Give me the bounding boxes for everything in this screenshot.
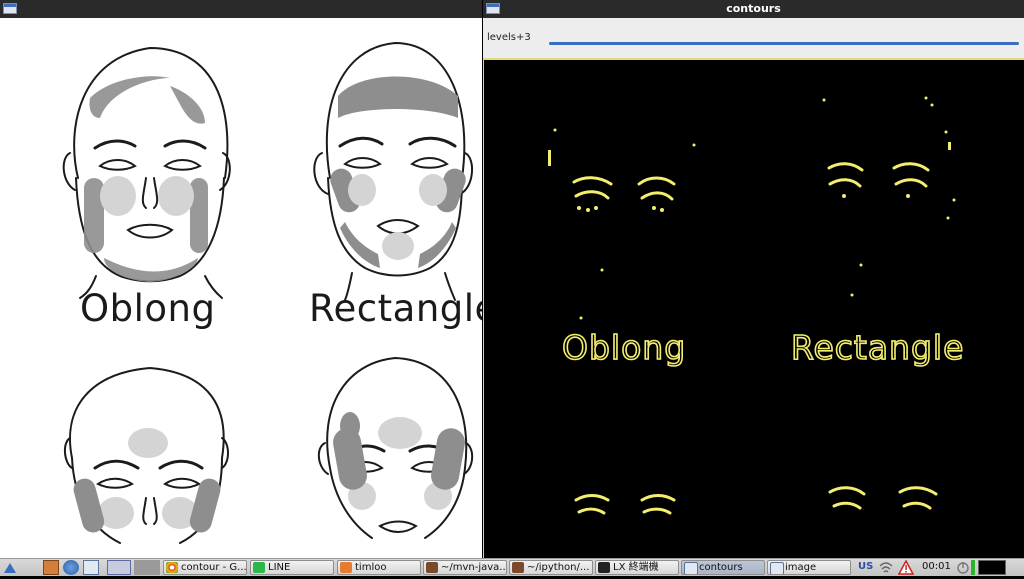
task-timloo[interactable]: timloo xyxy=(337,560,421,575)
terminal-icon xyxy=(512,562,524,573)
face-label-oblong: Oblong xyxy=(80,287,216,330)
task-chrome[interactable]: contour - G... xyxy=(163,560,247,575)
folder-icon xyxy=(340,562,352,573)
image-window: Oblong Rectangle xyxy=(0,0,482,558)
contours-window: contours levels+3 Oblong Rectangle xyxy=(483,0,1024,558)
system-monitor-graph xyxy=(978,560,1006,575)
task-image[interactable]: image xyxy=(767,560,851,575)
workspace-switcher-icon[interactable] xyxy=(107,560,131,575)
trackbar-handle[interactable] xyxy=(545,36,551,50)
keyboard-layout-indicator[interactable]: US xyxy=(858,561,873,572)
terminal-icon xyxy=(598,562,610,573)
line-icon xyxy=(253,562,265,573)
window-title: contours xyxy=(726,2,781,15)
task-contours[interactable]: contours xyxy=(681,560,765,575)
window-icon xyxy=(770,562,784,574)
contours-window-titlebar[interactable]: contours xyxy=(483,0,1024,18)
window-icon xyxy=(684,562,698,574)
browser-icon[interactable] xyxy=(63,560,79,575)
wifi-icon[interactable] xyxy=(878,560,894,575)
task-line[interactable]: LINE xyxy=(250,560,334,575)
contour-label-oblong: Oblong xyxy=(561,327,687,368)
workspace-2-icon[interactable] xyxy=(134,560,160,575)
image-window-titlebar[interactable] xyxy=(0,0,482,18)
contour-label-rectangle: Rectangle xyxy=(790,327,965,368)
trackbar-label: levels+3 xyxy=(487,32,531,43)
desktop-icon[interactable] xyxy=(83,560,99,575)
levels-trackbar[interactable] xyxy=(549,42,1019,45)
contour-image: Oblong Rectangle xyxy=(483,58,1024,558)
cpu-monitor-icon xyxy=(971,560,975,575)
terminal-icon xyxy=(426,562,438,573)
task-terminal-mvn[interactable]: ~/mvn-java... xyxy=(423,560,507,575)
task-lx-terminal[interactable]: LX 終端機 xyxy=(595,560,679,575)
task-terminal-ipython[interactable]: ~/ipython/... xyxy=(509,560,593,575)
power-icon[interactable] xyxy=(955,560,971,575)
file-manager-icon[interactable] xyxy=(43,560,59,575)
warning-icon[interactable] xyxy=(897,559,915,575)
window-menu-icon[interactable] xyxy=(3,3,17,14)
start-menu-icon[interactable] xyxy=(2,560,18,575)
trackbar-panel: levels+3 xyxy=(483,18,1024,58)
face-label-rectangle: Rectangle xyxy=(309,287,482,330)
chrome-icon xyxy=(166,562,178,573)
app-launcher-icon[interactable] xyxy=(19,560,35,575)
taskbar: contour - G... LINE timloo ~/mvn-java...… xyxy=(0,558,1024,576)
contour-marks xyxy=(548,96,956,515)
clock[interactable]: 00:01 xyxy=(922,561,951,572)
